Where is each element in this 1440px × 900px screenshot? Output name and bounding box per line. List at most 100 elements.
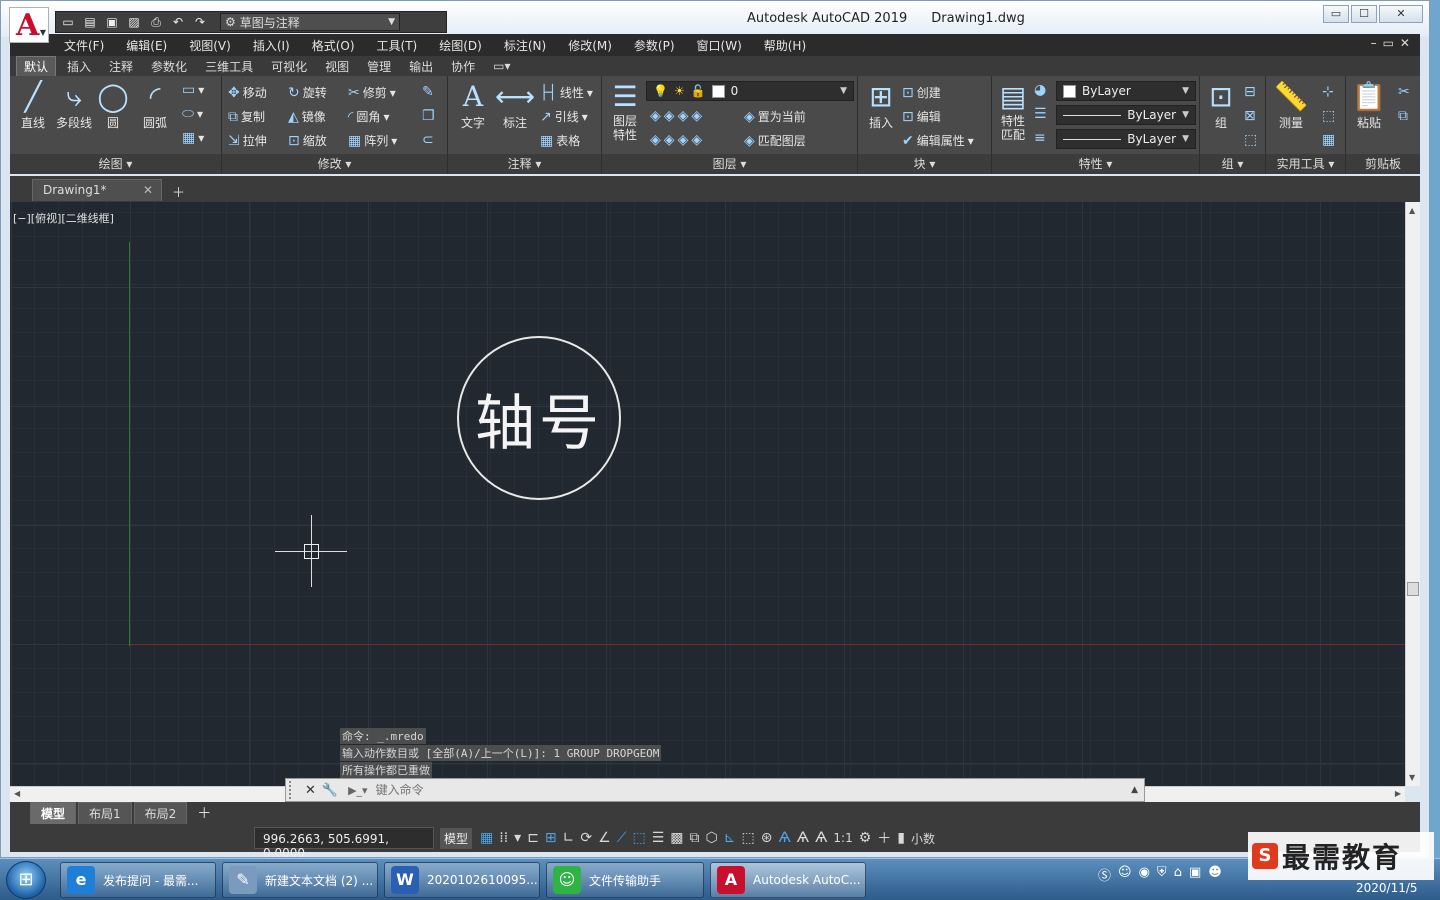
ribbon-minimize-icon[interactable]: ▭▾: [486, 58, 517, 74]
hatch-button[interactable]: ▦ ▾: [182, 130, 204, 146]
panel-groups-title[interactable]: 组 ▾: [1200, 154, 1265, 174]
axis-number-circle[interactable]: 轴号: [457, 336, 621, 500]
close-icon[interactable]: ✕: [143, 183, 153, 197]
close-button[interactable]: ✕: [1379, 5, 1423, 23]
polyline-button[interactable]: ⤷ 多段线: [52, 80, 96, 131]
new-tab-plus-icon[interactable]: ＋: [172, 182, 185, 201]
nvidia-icon[interactable]: ▣: [1189, 865, 1201, 884]
redo-icon[interactable]: ↷: [192, 15, 208, 29]
scale-button[interactable]: ⊡ 缩放: [288, 132, 327, 149]
taskbar-item-browser[interactable]: e 发布提问 - 最需...: [60, 862, 216, 898]
selection-filter-icon[interactable]: ⬚: [742, 830, 755, 846]
linear-button[interactable]: ├┤ 线性 ▾: [540, 84, 593, 101]
taskbar-item-wechat[interactable]: ☺ 文件传输助手: [546, 862, 704, 898]
selection-cycling-icon[interactable]: ⧉: [690, 830, 700, 846]
tab-collaborate[interactable]: 协作: [444, 57, 482, 76]
security-shield-icon[interactable]: ⛨: [1157, 865, 1167, 884]
tab-view[interactable]: 视图: [318, 57, 356, 76]
menu-edit[interactable]: 编辑(E): [126, 37, 167, 54]
chevron-down-icon[interactable]: ▾: [514, 830, 521, 846]
isometric-icon[interactable]: ⟋: [617, 830, 627, 846]
array-button[interactable]: ▦ 阵列 ▾: [348, 132, 397, 149]
workspace-select[interactable]: ⚙ 草图与注释 ▼: [220, 13, 400, 31]
tab-default[interactable]: 默认: [16, 56, 57, 76]
dynamic-input-icon[interactable]: ⊞: [545, 830, 557, 846]
erase-button[interactable]: ✎: [422, 84, 434, 100]
group-button[interactable]: ⊡ 组: [1200, 80, 1242, 131]
leader-button[interactable]: ↗ 引线 ▾: [540, 108, 588, 125]
match-properties-button[interactable]: ▤ 特性 匹配: [992, 80, 1034, 142]
tab-layout1[interactable]: 布局1: [78, 801, 132, 825]
tab-output[interactable]: 输出: [402, 57, 440, 76]
save-as-icon[interactable]: ▨: [126, 15, 142, 29]
maximize-button[interactable]: ☐: [1351, 5, 1377, 23]
text-button[interactable]: A 文字: [452, 80, 494, 131]
tab-insert[interactable]: 插入: [60, 57, 98, 76]
quick-select-icon[interactable]: ⊹: [1322, 84, 1334, 100]
tab-manage[interactable]: 管理: [360, 57, 398, 76]
trim-button[interactable]: ✂ 修剪 ▾: [348, 84, 396, 101]
menu-modify[interactable]: 修改(M): [568, 37, 612, 54]
match-layer-button[interactable]: ◈ 匹配图层: [744, 132, 806, 149]
group-edit-icon[interactable]: ⊠: [1244, 108, 1256, 124]
group-select-icon[interactable]: ⬚: [1244, 132, 1257, 148]
drawing-canvas[interactable]: [−][俯视][二维线框] 轴号 命令: _.mredo 输入动作数目或 [全部…: [10, 202, 1405, 786]
application-menu-button[interactable]: A ▼: [9, 7, 49, 43]
grid-icon[interactable]: ▦: [480, 830, 493, 846]
lineweight-dropdown[interactable]: ByLayer ▼: [1056, 129, 1196, 149]
units-icon[interactable]: ▮: [897, 830, 905, 846]
copy-button[interactable]: ⧉ 复制: [228, 108, 265, 125]
cut-icon[interactable]: ✂: [1398, 84, 1410, 100]
annotation-scale-icon[interactable]: Ѧ: [815, 830, 827, 846]
tab-model[interactable]: 模型: [30, 801, 77, 825]
tab-3d-tools[interactable]: 三维工具: [198, 57, 260, 76]
layer-dropdown[interactable]: 💡 ☀ 🔓 0 ▼: [646, 81, 854, 101]
select-all-icon[interactable]: ⬚: [1322, 108, 1335, 124]
tab-parametric[interactable]: 参数化: [144, 57, 194, 76]
network-icon[interactable]: ⌂: [1174, 865, 1182, 884]
tab-annotate[interactable]: 注释: [102, 57, 140, 76]
ungroup-icon[interactable]: ⊟: [1244, 84, 1256, 100]
scroll-left-icon[interactable]: ◀: [14, 789, 20, 798]
rectangle-button[interactable]: ▭ ▾: [182, 82, 204, 98]
drag-grip[interactable]: [289, 781, 299, 799]
infer-constraints-icon[interactable]: ⊏: [527, 830, 539, 846]
save-icon[interactable]: ▣: [104, 15, 120, 29]
menu-view[interactable]: 视图(V): [189, 37, 231, 54]
fillet-button[interactable]: ◜ 圆角 ▾: [348, 108, 389, 125]
print-icon[interactable]: ⎙: [148, 15, 164, 30]
wechat-tray-icon[interactable]: ☺: [1118, 865, 1132, 884]
start-button[interactable]: ⊞: [6, 861, 46, 899]
panel-properties-title[interactable]: 特性 ▾: [992, 154, 1199, 174]
mirror-button[interactable]: ◭ 镜像: [288, 108, 326, 125]
vertical-scrollbar[interactable]: ▲ ▼: [1405, 202, 1420, 786]
taskbar-item-autocad[interactable]: A Autodesk AutoC...: [710, 862, 866, 898]
ortho-icon[interactable]: ∟: [563, 830, 575, 846]
clock-date[interactable]: 2020/11/5: [1356, 881, 1418, 895]
gear-icon[interactable]: ⚙: [859, 830, 872, 846]
offset-button[interactable]: ⊂: [422, 132, 434, 148]
create-block-button[interactable]: ⊡ 创建: [902, 84, 941, 101]
edit-attributes-button[interactable]: ✔ 编辑属性 ▾: [902, 132, 974, 149]
layer-properties-button[interactable]: ☰ 图层 特性: [604, 80, 646, 142]
arc-button[interactable]: ◜ 圆弧: [134, 80, 176, 131]
weibo-icon[interactable]: ◉: [1139, 865, 1150, 884]
panel-draw-title[interactable]: 绘图 ▾: [10, 154, 221, 174]
linetype-dropdown[interactable]: ByLayer ▼: [1056, 105, 1196, 125]
model-space-button[interactable]: 模型: [440, 827, 473, 849]
command-input[interactable]: [375, 783, 916, 797]
annotation-scale-value[interactable]: 1:1: [833, 831, 852, 845]
menu-dimension[interactable]: 标注(N): [504, 37, 546, 54]
chevron-up-icon[interactable]: ▲: [1131, 785, 1138, 795]
qq-icon[interactable]: ☻: [1208, 865, 1222, 884]
undo-icon[interactable]: ↶: [170, 15, 186, 29]
plus-icon[interactable]: ＋: [877, 828, 891, 848]
auto-scale-icon[interactable]: Ѧ: [797, 830, 809, 846]
menu-format[interactable]: 格式(O): [312, 37, 355, 54]
polar-tracking-icon[interactable]: ⟳: [580, 830, 592, 846]
stretch-button[interactable]: ⇲ 拉伸: [228, 132, 267, 149]
sogou-input-icon[interactable]: Ⓢ: [1098, 865, 1111, 884]
line-button[interactable]: ╱ 直线: [12, 80, 54, 131]
explode-button[interactable]: ❐: [422, 108, 435, 124]
taskbar-item-word[interactable]: W 2020102610095...: [384, 862, 540, 898]
